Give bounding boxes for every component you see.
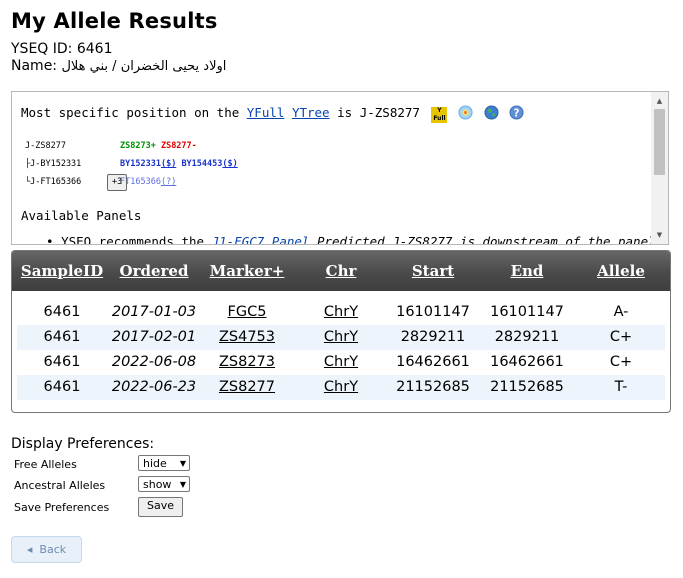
table-row: 6461 2022-06-23 ZS8277 ChrY 21152685 211… — [17, 375, 665, 400]
chr-link[interactable]: ChrY — [296, 325, 386, 350]
help-icon[interactable]: ? — [509, 105, 524, 120]
chr-link[interactable]: ChrY — [296, 350, 386, 375]
haplogroup-info-panel[interactable]: Most specific position on the YFull YTre… — [11, 91, 669, 245]
name-value: اولاد يحيى الخضران / بني هلال — [61, 59, 227, 74]
yseq-id-value: 6461 — [76, 41, 113, 57]
col-marker[interactable]: Marker+ — [202, 251, 292, 291]
save-button[interactable]: Save — [138, 497, 183, 517]
available-panels-heading: Available Panels — [21, 208, 142, 223]
snp-link[interactable]: (?) — [161, 177, 176, 187]
col-allele[interactable]: Allele — [577, 251, 665, 291]
scroll-thumb[interactable] — [654, 109, 665, 175]
ancestral-alleles-select[interactable]: show ▼ — [138, 476, 190, 492]
page-title: My Allele Results — [11, 9, 218, 33]
col-ordered[interactable]: Ordered — [108, 251, 200, 291]
ancestral-alleles-label: Ancestral Alleles — [14, 479, 106, 492]
marker-link[interactable]: ZS4753 — [202, 325, 292, 350]
marker-link[interactable]: ZS8277 — [202, 375, 292, 400]
save-preferences-label: Save Preferences — [14, 501, 110, 514]
marker-link[interactable]: ZS8273 — [202, 350, 292, 375]
table-row: 6461 2022-06-08 ZS8273 ChrY 16462661 164… — [17, 350, 665, 375]
free-alleles-select[interactable]: hide ▼ — [138, 455, 190, 471]
back-button[interactable]: ◂ Back — [11, 536, 82, 563]
display-preferences-title: Display Preferences: — [11, 436, 155, 452]
back-arrow-icon: ◂ — [26, 543, 33, 556]
snp-link[interactable]: ($) — [161, 159, 176, 169]
yfull-icon[interactable]: Y Full — [431, 107, 448, 123]
table-row: 6461 2017-01-03 FGC5 ChrY 16101147 16101… — [17, 300, 665, 325]
panel-scrollbar[interactable]: ▲ ▼ — [651, 92, 668, 244]
chr-link[interactable]: ChrY — [296, 300, 386, 325]
allele-results-table: SampleID Ordered Marker+ Chr Start End A… — [11, 250, 671, 413]
col-end[interactable]: End — [482, 251, 572, 291]
col-sampleid[interactable]: SampleID — [17, 251, 107, 291]
yseq-id-line: YSEQ ID: 6461 — [11, 41, 112, 57]
table-body: 6461 2017-01-03 FGC5 ChrY 16101147 16101… — [17, 300, 665, 400]
globe-map-icon[interactable] — [484, 105, 499, 120]
table-row: 6461 2017-02-01 ZS4753 ChrY 2829211 2829… — [17, 325, 665, 350]
haplogroup-value: J-ZS8277 — [359, 105, 420, 120]
chevron-down-icon: ▼ — [179, 459, 186, 468]
ytree-link[interactable]: YTree — [292, 105, 330, 120]
col-start[interactable]: Start — [388, 251, 478, 291]
panel-link[interactable]: J1-FGC7 Panel — [212, 234, 310, 244]
table-header: SampleID Ordered Marker+ Chr Start End A… — [12, 251, 670, 291]
name-line: Name: اولاد يحيى الخضران / بني هلال — [11, 58, 226, 74]
free-alleles-label: Free Alleles — [14, 458, 77, 471]
panel-recommendation: • YSEQ recommends the J1-FGC7 Panel Pred… — [46, 234, 651, 244]
yfull-link[interactable]: YFull — [247, 105, 285, 120]
scroll-up-icon[interactable]: ▲ — [651, 94, 668, 108]
col-chr[interactable]: Chr — [296, 251, 386, 291]
chr-link[interactable]: ChrY — [296, 375, 386, 400]
name-label: Name: — [11, 58, 58, 74]
marker-link[interactable]: FGC5 — [202, 300, 292, 325]
chevron-down-icon: ▼ — [179, 480, 186, 489]
yseq-id-label: YSEQ ID: — [11, 41, 73, 57]
snp-link[interactable]: ($) — [222, 159, 237, 169]
scroll-down-icon[interactable]: ▼ — [651, 228, 668, 242]
svg-text:?: ? — [514, 107, 520, 119]
most-specific-position: Most specific position on the YFull YTre… — [21, 105, 524, 123]
globe-icon[interactable] — [458, 105, 473, 120]
